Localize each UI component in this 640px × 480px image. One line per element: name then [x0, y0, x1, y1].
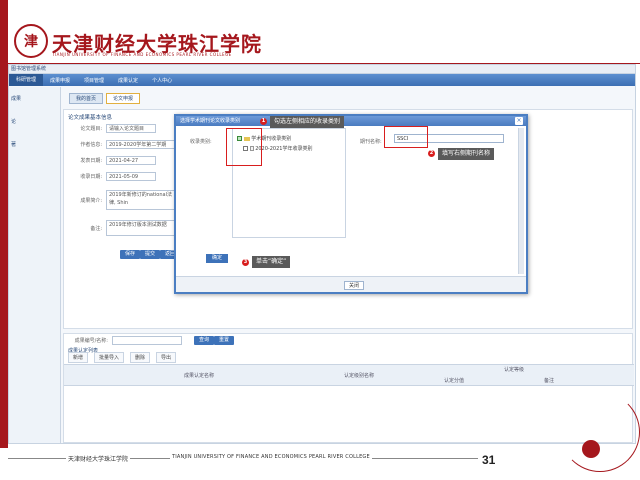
author-field[interactable]: 2019-2020学年第二学期	[106, 140, 176, 149]
form-label: 成果简介:	[80, 197, 102, 204]
col-header-1: 成果认定名称	[184, 373, 215, 379]
tab-paper[interactable]: 论文申报	[106, 93, 141, 104]
university-title-en: TIANJIN UNIVERSITY OF FINANCE AND ECONOM…	[52, 52, 232, 57]
grid-toolbar: 新增 批量导入 删除 导出	[68, 352, 177, 363]
add-button[interactable]: 新增	[68, 352, 89, 363]
left-red-bar	[0, 0, 8, 448]
search-button[interactable]: 查询	[194, 336, 215, 345]
dialog-scrollbar[interactable]	[518, 128, 524, 274]
form-row-title: 论文题目: 请输入论文题目	[72, 124, 156, 133]
col-header-3a: 认定分值	[444, 378, 465, 384]
tree-label: 收录类别:	[190, 139, 212, 145]
title-field[interactable]: 请输入论文题目	[106, 124, 156, 133]
page-tabs: 我的首页 论文申报	[69, 93, 141, 105]
nav-item-4[interactable]: 成果认定	[111, 77, 145, 84]
callout-2-number: 2	[428, 150, 435, 157]
nav-item-3[interactable]: 项目管理	[77, 77, 111, 84]
dialog-close-button[interactable]: 关闭	[344, 281, 364, 290]
page-number: 31	[482, 453, 496, 467]
callout-1-number: 1	[260, 118, 267, 125]
slide: 津 天津财经大学珠江学院 TIANJIN UNIVERSITY OF FINAN…	[0, 0, 640, 480]
reset-button[interactable]: 重置	[214, 336, 235, 345]
import-button[interactable]: 批量导入	[94, 352, 125, 363]
form-row-index-date: 收录日期: 2021-05-09	[72, 172, 156, 181]
callout-3-number: 3	[242, 259, 249, 266]
decorative-circle	[582, 440, 600, 458]
callout-3-text: 单击“确定”	[252, 256, 291, 268]
dialog-title-bar: 选择学术期刊论文收录类别 ×	[176, 116, 526, 126]
decorative-arc	[560, 392, 640, 472]
submit-button[interactable]: 提交	[140, 250, 161, 259]
dialog-footer: 关闭	[176, 276, 526, 292]
journal-name-label: 期刊名称:	[360, 139, 382, 145]
form-label: 作者信息:	[80, 142, 102, 148]
sidebar: 成果 论 著	[9, 87, 61, 443]
sidebar-item-2[interactable]: 论	[9, 110, 60, 133]
nav-item-5[interactable]: 个人中心	[145, 77, 179, 84]
university-seal-icon: 津	[14, 24, 48, 58]
grid-header: 成果认定名称 认定级别名称 认定等级 认定分值 备注	[64, 364, 634, 386]
tab-home[interactable]: 我的首页	[69, 93, 104, 104]
form-label: 论文题目:	[80, 126, 102, 132]
col-header-2: 认定级别名称	[344, 373, 375, 379]
sidebar-item-3[interactable]: 著	[9, 133, 60, 156]
publish-date-field[interactable]: 2021-04-27	[106, 156, 156, 165]
sidebar-item-1[interactable]: 成果	[9, 87, 60, 110]
highlight-box-tree	[226, 128, 262, 166]
save-button[interactable]: 保存	[120, 250, 141, 259]
seal-glyph: 津	[24, 34, 38, 50]
export-button[interactable]: 导出	[156, 352, 177, 363]
col-header-3: 认定等级	[504, 367, 525, 373]
footer-cn: 天津财经大学珠江学院	[66, 454, 131, 463]
form-row-remark: 备注: 2019年修订版本测试数据	[72, 220, 176, 236]
nav-item-1[interactable]: 科研管理	[9, 74, 44, 86]
app-topbar: 图书馆管理系统	[9, 65, 635, 74]
form-label: 发表日期:	[80, 158, 102, 164]
summary-field[interactable]: 2019年新修订的national法律, Shin	[106, 190, 176, 210]
confirm-button[interactable]: 确定	[206, 254, 228, 263]
form-label: 备注:	[90, 225, 102, 232]
nav-item-2[interactable]: 成果申报	[43, 77, 77, 84]
tree-item-label: 2020-2021学年收录类别	[255, 146, 313, 152]
col-header-3b: 备注	[544, 378, 555, 384]
form-row-author: 作者信息: 2019-2020学年第二学期	[72, 140, 176, 149]
close-icon[interactable]: ×	[515, 117, 523, 125]
footer-en: TIANJIN UNIVERSITY OF FINANCE AND ECONOM…	[170, 454, 372, 460]
form-row-summary: 成果简介: 2019年新修订的national法律, Shin	[72, 190, 176, 210]
grid-panel: 成果编号/名称: 查询 重置 成果认定列表 新增 批量导入 删除 导出 成果认定…	[63, 333, 634, 443]
highlight-box-input	[384, 126, 428, 148]
index-date-field[interactable]: 2021-05-09	[106, 172, 156, 181]
main-nav: 科研管理 成果申报 项目管理 成果认定 个人中心	[9, 74, 635, 86]
remark-field[interactable]: 2019年修订版本测试数据	[106, 220, 176, 236]
form-label: 收录日期:	[80, 174, 102, 180]
dialog-title: 选择学术期刊论文收录类别	[180, 118, 241, 124]
callout-1-text: 勾选左侧相应的收录类别	[270, 116, 345, 128]
filter-input[interactable]	[112, 336, 182, 345]
filter-label: 成果编号/名称:	[74, 338, 108, 344]
form-row-publish-date: 发表日期: 2021-04-27	[72, 156, 156, 165]
callout-2-text: 填写右侧期刊名称	[438, 148, 495, 160]
delete-button[interactable]: 删除	[130, 352, 151, 363]
